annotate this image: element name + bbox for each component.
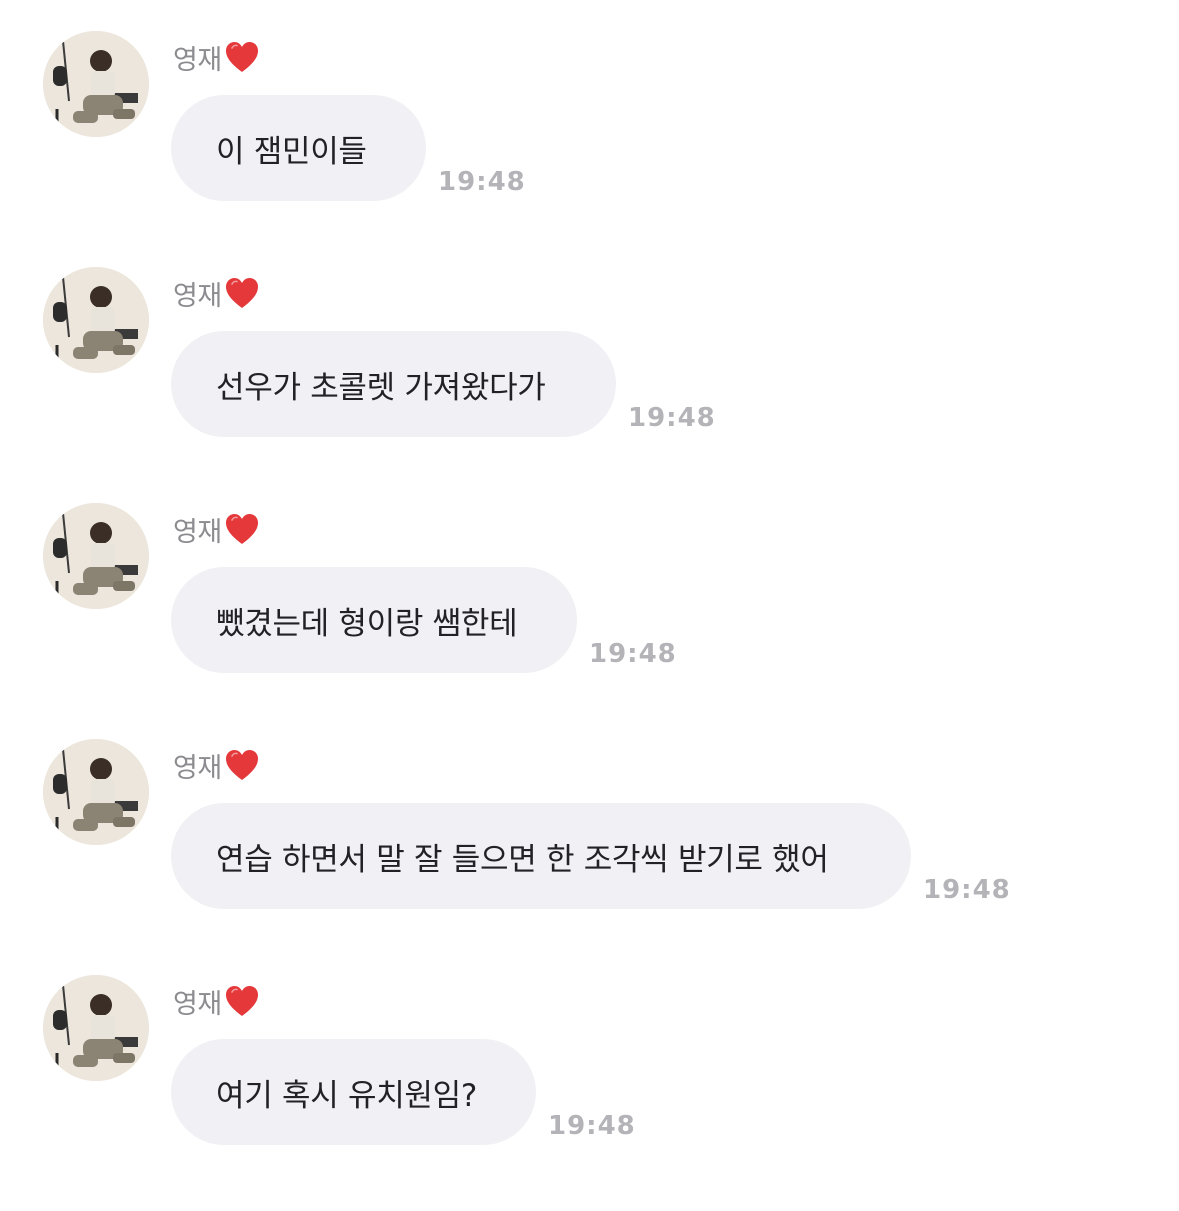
sender-name: 영재	[173, 988, 222, 1020]
chat-thread: 영재 이 잼민이들 19:48 영재 선우가 초콜렛 가져왔다가 19:48 영…	[0, 0, 1179, 1200]
sender-header: 영재	[173, 507, 260, 551]
message-time: 19:48	[589, 639, 677, 669]
message-text: 연습 하면서 말 잘 들으면 한 조각씩 받기로 했어	[216, 841, 829, 878]
avatar[interactable]	[43, 739, 149, 845]
message-text: 여기 혹시 유치원임?	[216, 1077, 478, 1114]
message-bubble[interactable]: 여기 혹시 유치원임?	[171, 1039, 536, 1145]
avatar[interactable]	[43, 267, 149, 373]
sender-name: 영재	[173, 516, 222, 548]
message-text: 이 잼민이들	[216, 133, 367, 170]
avatar[interactable]	[43, 975, 149, 1081]
red-heart-icon	[224, 512, 260, 546]
message-time: 19:48	[628, 403, 716, 433]
message-bubble[interactable]: 뺐겼는데 형이랑 쌤한테	[171, 567, 577, 673]
message-bubble[interactable]: 선우가 초콜렛 가져왔다가	[171, 331, 616, 437]
message-text: 선우가 초콜렛 가져왔다가	[216, 369, 546, 406]
message-time: 19:48	[438, 167, 526, 197]
red-heart-icon	[224, 276, 260, 310]
message-bubble[interactable]: 이 잼민이들	[171, 95, 426, 201]
sender-header: 영재	[173, 35, 260, 79]
sender-name: 영재	[173, 44, 222, 76]
red-heart-icon	[224, 748, 260, 782]
message-row: 영재 선우가 초콜렛 가져왔다가 19:48	[0, 267, 1179, 503]
avatar[interactable]	[43, 31, 149, 137]
message-bubble[interactable]: 연습 하면서 말 잘 들으면 한 조각씩 받기로 했어	[171, 803, 911, 909]
red-heart-icon	[224, 984, 260, 1018]
message-time: 19:48	[923, 875, 1011, 905]
sender-name: 영재	[173, 752, 222, 784]
sender-header: 영재	[173, 743, 260, 787]
red-heart-icon	[224, 40, 260, 74]
message-row: 영재 뺐겼는데 형이랑 쌤한테 19:48	[0, 503, 1179, 739]
avatar[interactable]	[43, 503, 149, 609]
message-time: 19:48	[548, 1111, 636, 1141]
sender-header: 영재	[173, 979, 260, 1023]
message-row: 영재 이 잼민이들 19:48	[0, 31, 1179, 267]
message-text: 뺐겼는데 형이랑 쌤한테	[216, 605, 518, 642]
message-row: 영재 연습 하면서 말 잘 들으면 한 조각씩 받기로 했어 19:48	[0, 739, 1179, 975]
message-row: 영재 여기 혹시 유치원임? 19:48	[0, 975, 1179, 1211]
sender-header: 영재	[173, 271, 260, 315]
sender-name: 영재	[173, 280, 222, 312]
